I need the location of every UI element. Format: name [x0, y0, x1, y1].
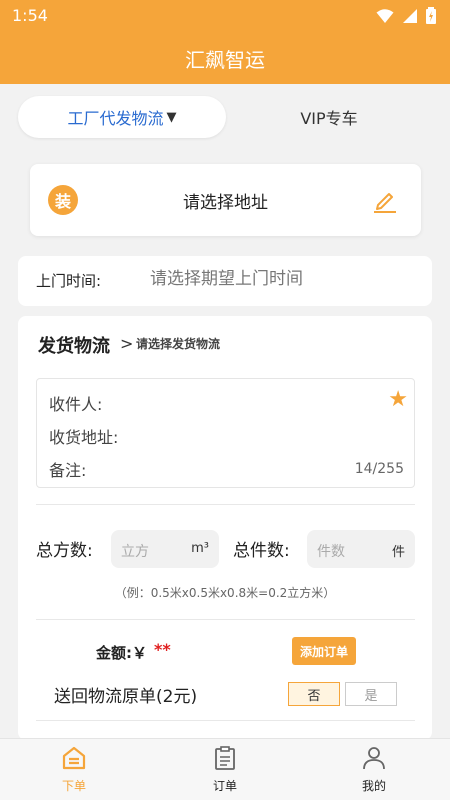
- tab-factory-logistics[interactable]: 工厂代发物流 ▼: [18, 96, 226, 138]
- star-icon[interactable]: ★: [388, 387, 408, 412]
- note-char-counter: 14/255: [354, 461, 404, 477]
- receiver-info-box[interactable]: 收件人: 收货地址: 备注: ★ 14/255: [36, 378, 415, 488]
- pickup-time-label: 上门时间:: [36, 272, 102, 290]
- select-logistics-link[interactable]: 请选择发货物流: [136, 335, 220, 352]
- nav-label-orders: 订单: [212, 779, 237, 793]
- amount-label: 金额:￥: [96, 644, 147, 662]
- tab-vip-car-label: VIP专车: [300, 109, 358, 128]
- status-time: 1:54: [12, 6, 48, 25]
- receiver-address-label: 收货地址:: [49, 428, 119, 447]
- logistics-card: 发货物流 > 请选择发货物流 收件人: 收货地址: 备注: ★ 14/255 总…: [18, 316, 432, 740]
- volume-hint: （例：0.5米x0.5米x0.8米=0.2立方米）: [114, 586, 336, 600]
- caret-down-icon: ▼: [166, 109, 177, 125]
- add-order-button[interactable]: 添加订单: [292, 637, 356, 665]
- status-bar: 1:54: [0, 0, 450, 32]
- tab-vip-car[interactable]: VIP专车: [226, 96, 432, 138]
- total-volume-unit: m³: [191, 541, 209, 556]
- total-count-input[interactable]: 件数 件: [307, 530, 415, 568]
- nav-item-orders[interactable]: 订单: [185, 745, 265, 794]
- tab-factory-logistics-label: 工厂代发物流: [67, 109, 164, 128]
- nav-label-mine: 我的: [361, 779, 386, 793]
- home-icon: [62, 746, 86, 770]
- pickup-time-placeholder: 请选择期望上门时间: [150, 269, 303, 289]
- total-count-unit: 件: [391, 545, 405, 560]
- status-icons: [376, 7, 436, 24]
- total-volume-input[interactable]: 立方 m³: [111, 530, 219, 568]
- return-slip-option-yes[interactable]: 是: [345, 682, 397, 706]
- divider: [36, 720, 415, 721]
- chevron-right-icon[interactable]: >: [120, 334, 133, 353]
- signal-icon: [403, 8, 417, 23]
- address-card[interactable]: 装 请选择地址: [30, 164, 421, 236]
- address-placeholder: 请选择地址: [183, 193, 268, 213]
- battery-icon: [426, 7, 436, 24]
- nav-label-order: 下单: [61, 779, 86, 793]
- app-title: 汇飙智运: [185, 48, 265, 72]
- nav-item-mine[interactable]: 我的: [334, 745, 414, 794]
- total-volume-placeholder: 立方: [121, 544, 149, 560]
- wifi-icon: [376, 8, 394, 23]
- user-icon: [363, 747, 385, 770]
- zhuang-badge-icon: 装: [48, 185, 78, 215]
- pickup-time-row[interactable]: 上门时间: 请选择期望上门时间: [18, 256, 432, 306]
- return-slip-label: 送回物流原单(2元): [54, 687, 198, 707]
- note-label: 备注:: [49, 461, 87, 480]
- return-slip-option-no[interactable]: 否: [288, 682, 340, 706]
- nav-item-order[interactable]: 下单: [34, 745, 114, 794]
- edit-pencil-icon[interactable]: [371, 186, 399, 214]
- receiver-label: 收件人:: [49, 395, 103, 414]
- divider: [36, 619, 415, 620]
- total-count-label: 总件数:: [233, 541, 290, 561]
- mode-tabs: 工厂代发物流 ▼ VIP专车: [18, 96, 432, 138]
- amount-value: **: [154, 640, 171, 659]
- total-volume-label: 总方数:: [36, 541, 93, 561]
- total-count-placeholder: 件数: [317, 544, 345, 560]
- logistics-title: 发货物流: [38, 336, 110, 357]
- bottom-nav: 下单 订单 我的: [0, 738, 450, 800]
- clipboard-icon: [215, 746, 235, 770]
- app-bar: 汇飙智运: [0, 32, 450, 84]
- divider: [36, 504, 415, 505]
